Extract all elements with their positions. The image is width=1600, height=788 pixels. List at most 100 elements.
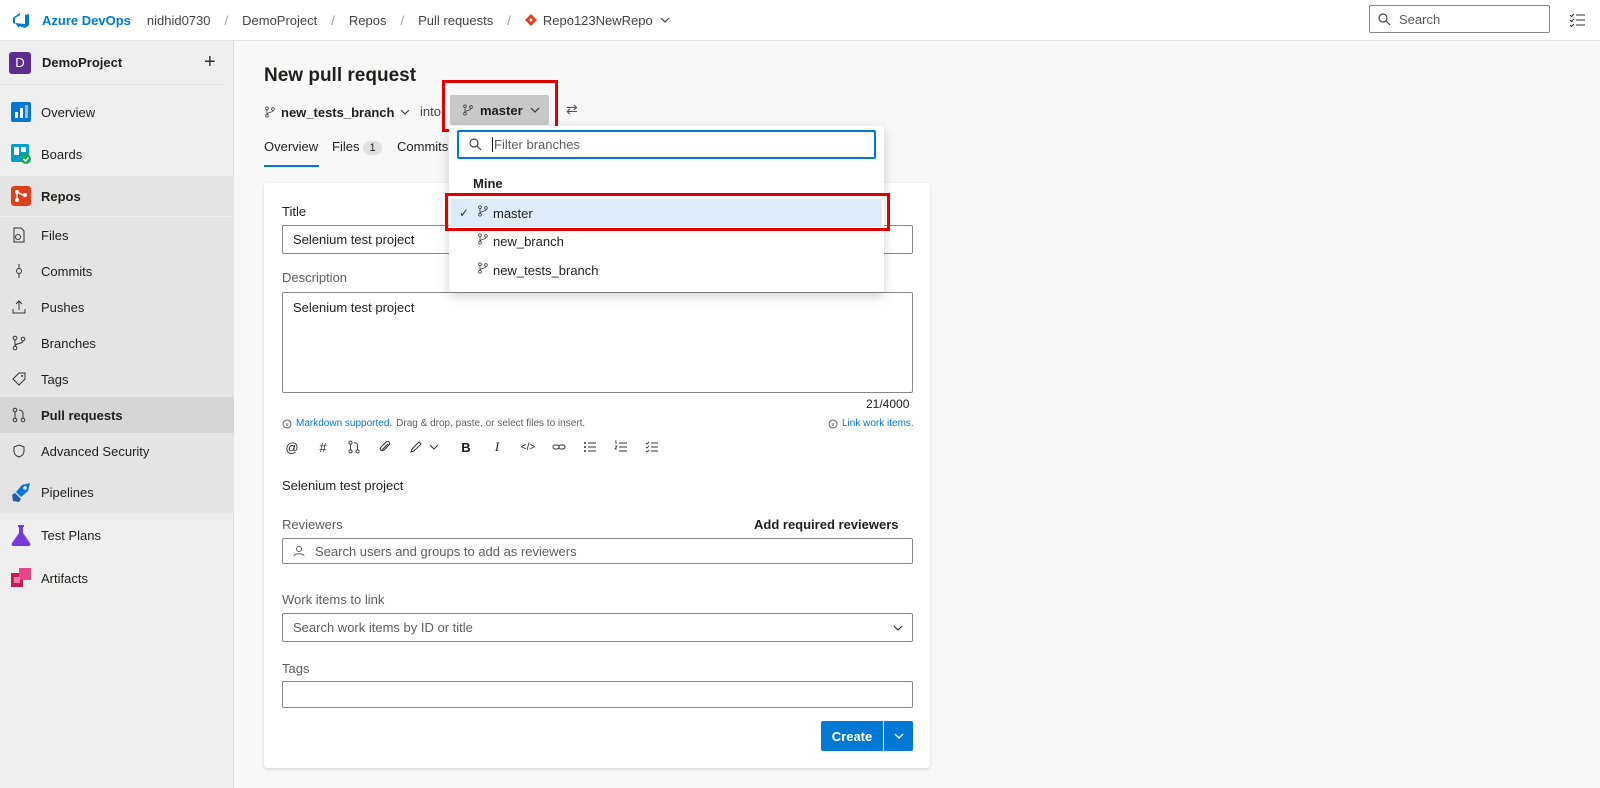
breadcrumb-separator: / [400,12,405,28]
bold-icon[interactable]: B [456,437,476,457]
breadcrumb-pull-requests[interactable]: Pull requests [418,13,493,28]
sidebar-item-label: Boards [41,146,83,162]
sidebar-item-test-plans[interactable]: Test Plans [0,514,234,556]
markdown-supported-link[interactable]: Markdown supported. [296,418,392,429]
breadcrumb-repo-name: Repo123NewRepo [542,12,653,28]
tab-files[interactable]: Files 1 [332,139,382,167]
highlight-box-target [442,80,558,132]
filter-branches-input[interactable]: Filter branches [457,130,876,159]
sidebar-item-pipelines[interactable]: Pipelines [0,471,234,513]
description-value: Selenium test project [293,300,415,315]
description-textarea[interactable]: Selenium test project [282,292,913,393]
title-value: Selenium test project [293,232,415,247]
sidebar-item-label: Overview [41,104,96,120]
sidebar-item-artifacts[interactable]: Artifacts [0,557,234,599]
tags-label: Tags [282,661,310,676]
left-navigation: D DemoProject + Overview Boards Repos Fi… [0,41,234,788]
preview-text: Selenium test project [282,478,404,493]
sidebar-item-label: Pipelines [41,484,94,500]
highlight-box-master-option [445,193,890,231]
git-repo-icon [524,14,537,26]
breadcrumb-separator: / [224,12,229,28]
brand-link[interactable]: Azure DevOps [42,13,131,28]
add-icon[interactable]: + [204,51,216,74]
reviewers-label: Reviewers [282,517,343,532]
tab-commits[interactable]: Commits [397,139,448,167]
search-placeholder: Search [1399,11,1441,27]
branch-icon [478,262,488,274]
sidebar-item-label: Artifacts [41,570,88,586]
reviewers-input[interactable]: Search users and groups to add as review… [282,538,913,564]
sidebar-item-boards[interactable]: Boards [0,133,234,175]
sidebar-item-tags[interactable]: Tags [0,361,234,397]
sidebar-item-label: Files [41,227,69,243]
sidebar-item-repos[interactable]: Repos [0,176,234,216]
sidebar-item-files[interactable]: Files [0,217,234,253]
work-items-label: Work items to link [282,592,385,607]
checklist-icon[interactable] [642,437,662,457]
create-options-button[interactable] [884,721,913,751]
pull-request-link-icon[interactable] [344,437,364,457]
sidebar-item-label: Test Plans [41,527,101,543]
shield-icon [11,443,27,459]
branch-icon [11,335,27,351]
branch-option-new-branch[interactable]: new_branch [451,227,882,255]
hashtag-icon[interactable]: # [313,437,333,457]
section-header-mine: Mine [473,176,503,191]
overview-icon [9,100,33,124]
reviewers-placeholder: Search users and groups to add as review… [315,543,577,559]
branch-option-label: new_tests_branch [493,262,599,278]
breadcrumb-repos[interactable]: Repos [349,13,387,28]
highlight-icon[interactable] [406,437,426,457]
sidebar-item-label: Repos [41,188,81,204]
source-branch-selector[interactable]: new_tests_branch [264,105,411,120]
numbered-list-icon[interactable] [611,437,631,457]
search-input[interactable]: Search [1369,5,1550,33]
add-required-reviewers-button[interactable]: Add required reviewers [754,517,899,532]
tag-icon [11,371,27,387]
tags-input[interactable] [282,681,913,708]
project-avatar: D [9,51,31,74]
tab-label: Commits [397,139,449,154]
link-icon[interactable] [549,437,569,457]
commit-icon [11,263,27,279]
task-list-icon[interactable] [1568,11,1586,29]
italic-icon[interactable]: I [487,437,507,457]
sidebar-item-overview[interactable]: Overview [0,92,234,132]
chevron-down-icon [893,625,903,631]
tab-overview[interactable]: Overview [264,139,319,167]
azure-devops-logo-icon[interactable] [10,9,32,31]
source-branch-name: new_tests_branch [281,104,395,120]
filter-placeholder: Filter branches [492,137,580,152]
sidebar-item-advanced-security[interactable]: Advanced Security [0,433,234,469]
test-plans-icon [9,523,33,547]
attachment-icon[interactable] [375,437,395,457]
code-icon[interactable]: </> [518,437,538,457]
tab-label: Overview [264,139,319,154]
repos-icon [9,184,33,208]
boards-icon [9,142,33,166]
sidebar-item-pull-requests[interactable]: Pull requests [0,397,234,433]
char-count: 21/4000 [866,397,910,411]
branch-option-new-tests-branch[interactable]: new_tests_branch [451,256,882,284]
sidebar-item-commits[interactable]: Commits [0,253,234,289]
description-label: Description [282,270,348,285]
project-header[interactable]: D DemoProject [0,41,225,85]
chevron-down-icon[interactable] [424,437,444,457]
breadcrumb-repo-selector[interactable]: Repo123NewRepo [524,12,671,28]
chevron-down-icon [660,17,670,23]
swap-icon[interactable]: ⇄ [566,101,578,118]
create-button[interactable]: Create [821,721,883,751]
mention-icon[interactable]: @ [282,437,302,457]
breadcrumb-org[interactable]: nidhid0730 [147,13,211,28]
sidebar-item-branches[interactable]: Branches [0,325,234,361]
bulleted-list-icon[interactable] [580,437,600,457]
link-work-items[interactable]: Link work items. [828,418,914,429]
work-items-input[interactable]: Search work items by ID or title [282,613,913,642]
search-icon [469,138,482,151]
title-label: Title [282,204,307,219]
link-work-items-text: Link work items. [842,418,914,429]
sidebar-item-pushes[interactable]: Pushes [0,289,234,325]
breadcrumb-project[interactable]: DemoProject [242,13,317,28]
top-bar: Azure DevOps nidhid0730 / DemoProject / … [0,0,1600,41]
